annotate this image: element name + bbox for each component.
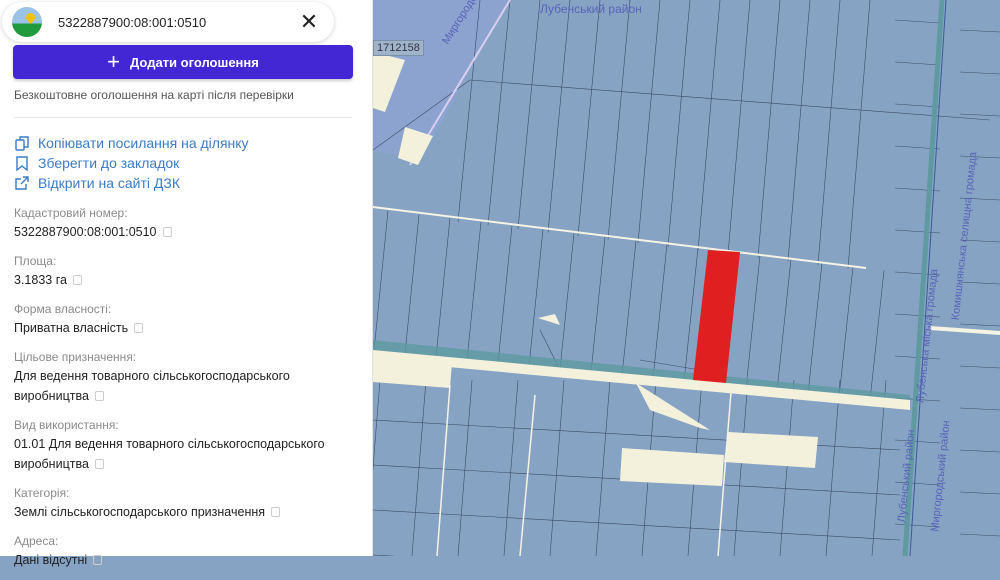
divider <box>14 117 352 118</box>
bookmark-icon <box>16 156 28 171</box>
field-label: Адреса: <box>14 534 59 548</box>
copy-icon <box>15 136 29 151</box>
field-label: Категорія: <box>14 486 70 500</box>
copy-icon[interactable] <box>162 227 172 237</box>
field-value: Для ведення товарного сільськогосподарсь… <box>14 366 359 406</box>
field-value-text: Приватна власність <box>14 321 129 335</box>
copy-icon[interactable] <box>94 459 104 469</box>
field-label: Кадастровий номер: <box>14 206 128 220</box>
parcel-info-panel: 5322887900:08:001:0510 ✕ + Додати оголоше… <box>0 0 373 567</box>
add-listing-label: Додати оголошення <box>130 54 259 70</box>
parcel-fields: Кадастровий номер: 5322887900:08:001:0510… <box>14 204 359 580</box>
app-logo[interactable] <box>12 7 42 37</box>
link-label: Відкрити на сайті ДЗК <box>38 175 180 191</box>
field-value: 5322887900:08:001:0510 <box>14 222 359 242</box>
copy-icon[interactable] <box>93 555 103 565</box>
copy-link-button[interactable]: Копіювати посилання на ділянку <box>14 133 249 153</box>
field-value: Дані відсутні <box>14 550 359 570</box>
copy-icon[interactable] <box>72 275 82 285</box>
field-label: Форма власності: <box>14 302 112 316</box>
parcel-id-label: 1712158 <box>373 40 424 56</box>
field-label: Площа: <box>14 254 57 268</box>
field-value-text: 3.1833 га <box>14 273 67 287</box>
link-label: Зберегти до закладок <box>38 155 180 171</box>
add-listing-button[interactable]: + Додати оголошення <box>13 45 353 79</box>
close-icon[interactable]: ✕ <box>294 9 324 35</box>
copy-icon[interactable] <box>271 507 281 517</box>
copy-icon[interactable] <box>134 323 144 333</box>
field-value-text: Дані відсутні <box>14 553 88 567</box>
open-dzk-link[interactable]: Відкрити на сайті ДЗК <box>14 173 249 193</box>
field-value-text: Для ведення товарного сільськогосподарсь… <box>14 369 290 403</box>
field-label: Вид використання: <box>14 418 119 432</box>
map-label-district: Лубенський район <box>540 2 642 16</box>
copy-icon[interactable] <box>94 391 104 401</box>
search-input[interactable]: 5322887900:08:001:0510 <box>58 15 294 30</box>
hint-text: Безкоштовне оголошення на карті після пе… <box>14 88 294 102</box>
external-link-icon <box>15 176 29 190</box>
field-value: Приватна власність <box>14 318 359 338</box>
field-value: 01.01 Для ведення товарного сільськогосп… <box>14 434 359 474</box>
plus-icon: + <box>107 49 121 74</box>
field-value-text: 01.01 Для ведення товарного сільськогосп… <box>14 437 325 471</box>
field-value: Землі сільськогосподарського призначення <box>14 502 359 522</box>
field-label: Цільове призначення: <box>14 350 137 364</box>
field-value-text: 5322887900:08:001:0510 <box>14 225 157 239</box>
search-bar: 5322887900:08:001:0510 ✕ <box>2 2 334 42</box>
bookmark-button[interactable]: Зберегти до закладок <box>14 153 249 173</box>
link-label: Копіювати посилання на ділянку <box>38 135 249 151</box>
field-value: 3.1833 га <box>14 270 359 290</box>
field-value-text: Землі сільськогосподарського призначення <box>14 505 266 519</box>
